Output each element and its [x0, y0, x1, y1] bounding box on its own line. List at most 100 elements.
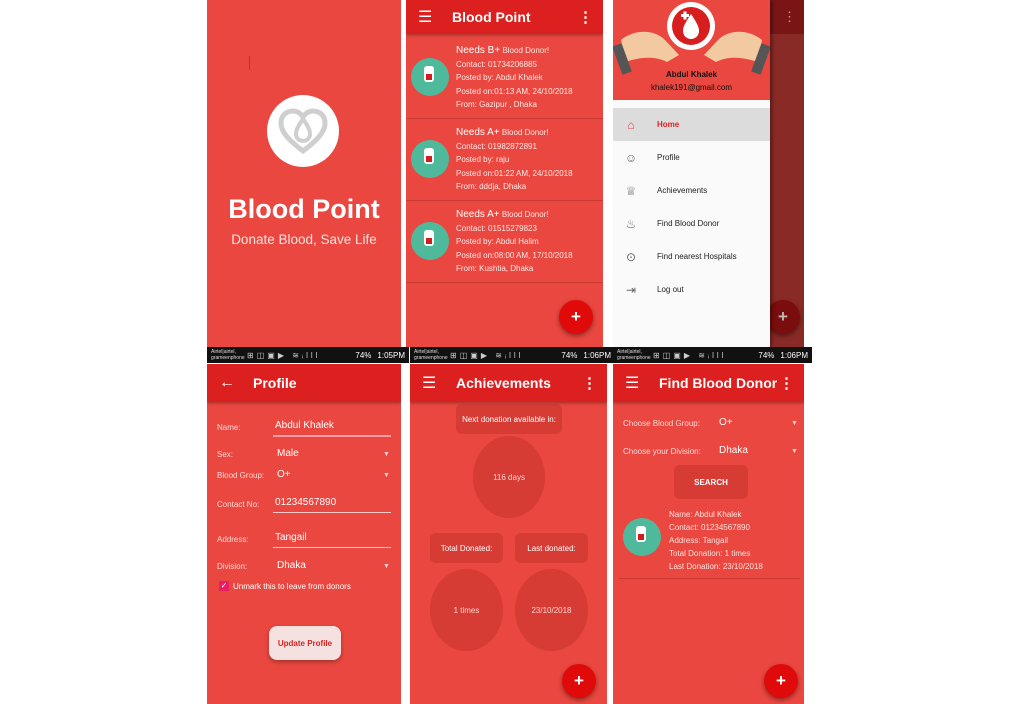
profile-icon: ☺	[624, 150, 638, 165]
battery-level: 74%	[561, 350, 578, 360]
sex-label: Sex:	[217, 450, 234, 459]
find-donor-toolbar: ☰ Find Blood Donor ⋮	[613, 364, 804, 402]
chevron-down-icon[interactable]: ▼	[383, 563, 390, 570]
add-post-button[interactable]: +	[764, 664, 798, 698]
post-posted-on: Posted on:08:00 AM, 17/10/2018	[456, 250, 573, 260]
donor-result-card[interactable]: Name: Abdul Khalek Contact: 01234567890 …	[619, 506, 800, 579]
post-needs: Needs A+	[456, 209, 500, 220]
post-needs: Needs A+	[456, 127, 500, 138]
app-tagline: Donate Blood, Save Life	[231, 232, 377, 247]
address-field[interactable]: Tangail	[275, 532, 307, 543]
drawer-item-home[interactable]: ⌂ Home	[613, 108, 770, 141]
achievements-toolbar: ☰ Achievements ⋮	[410, 364, 607, 402]
clock: 1:06PM	[583, 350, 611, 360]
chevron-down-icon[interactable]: ▼	[383, 451, 390, 458]
app-title: Blood Point	[228, 194, 380, 224]
app-logo	[267, 95, 339, 167]
post-needs: Needs B+	[456, 45, 501, 56]
add-post-button[interactable]: +	[559, 300, 593, 334]
donor-name: Name: Abdul Khalek	[669, 510, 742, 519]
address-underline	[273, 547, 391, 548]
drawer-user-email: khalek191@gmail.com	[650, 83, 733, 92]
post-details: Needs A+ Blood Donor! Contact: 019828728…	[456, 126, 573, 194]
post-posted-by: Posted by: Abdul Khalek	[456, 73, 543, 82]
chevron-down-icon[interactable]: ▼	[383, 472, 390, 479]
sex-select[interactable]: Male	[277, 448, 299, 459]
total-donated-value: 1 times	[430, 569, 503, 651]
contact-label: Contact No:	[217, 500, 260, 509]
overflow-menu-icon: ⋮	[783, 9, 796, 24]
division-select[interactable]: Dhaka	[277, 560, 306, 571]
next-donation-label: Next donation available in:	[456, 404, 562, 434]
status-bar: Airtel|airtel, grameenphone ⊞◫▣▶ ≋ᵢlll 7…	[207, 347, 409, 363]
post-posted-on: Posted on:01:13 AM, 24/10/2018	[456, 86, 573, 96]
donor-checkbox[interactable]: ✓	[219, 581, 229, 591]
post-card[interactable]: Needs B+ Blood Donor! Contact: 017342068…	[406, 36, 603, 119]
achievements-screen: ☰ Achievements ⋮ Next donation available…	[410, 364, 607, 704]
blood-bag-icon	[411, 222, 449, 260]
blood-group-select[interactable]: O+	[277, 469, 291, 480]
blood-bag-icon	[623, 518, 661, 556]
name-underline	[273, 435, 391, 437]
next-donation-value: 116 days	[473, 436, 545, 518]
profile-toolbar: ← Profile	[207, 364, 401, 402]
contact-field[interactable]: 01234567890	[275, 497, 336, 508]
drawer-item-profile[interactable]: ☺ Profile	[613, 141, 770, 174]
contact-underline	[273, 512, 391, 513]
drawer-header: Abdul Khalek khalek191@gmail.com	[613, 0, 770, 100]
address-label: Address:	[217, 535, 249, 544]
blood-group-label: Blood Group:	[217, 471, 265, 480]
post-suffix: Blood Donor!	[502, 46, 550, 55]
drawer-user-name: Abdul Khalek	[665, 70, 718, 79]
drawer-item-logout[interactable]: ⇥ Log out	[613, 273, 770, 306]
feed-screen: ☰ Blood Point ⋮ Needs B+ Blood Donor! Co…	[406, 0, 603, 347]
name-field[interactable]: Abdul Khalek	[275, 420, 334, 431]
logout-icon: ⇥	[625, 282, 637, 297]
overflow-menu-icon[interactable]: ⋮	[578, 8, 593, 26]
drawer-item-hospitals[interactable]: ⊙ Find nearest Hospitals	[613, 240, 770, 273]
hamburger-menu-icon[interactable]: ☰	[625, 373, 639, 393]
post-posted-on: Posted on:01:22 AM, 24/10/2018	[456, 168, 573, 178]
blood-bag-icon	[411, 58, 449, 96]
profile-title: Profile	[253, 375, 297, 391]
add-post-button[interactable]: +	[562, 664, 596, 698]
division-select[interactable]: Dhaka	[719, 445, 748, 456]
hamburger-menu-icon[interactable]: ☰	[422, 373, 436, 393]
last-donated-value: 23/10/2018	[515, 569, 588, 651]
chevron-down-icon[interactable]: ▼	[791, 420, 798, 427]
post-card[interactable]: Needs A+ Blood Donor! Contact: 019828728…	[406, 118, 603, 201]
navigation-drawer: Abdul Khalek khalek191@gmail.com ⌂ Home …	[613, 0, 770, 347]
text-cursor	[249, 56, 250, 70]
overflow-menu-icon[interactable]: ⋮	[779, 374, 794, 392]
hamburger-menu-icon[interactable]: ☰	[418, 7, 432, 27]
choose-group-label: Choose Blood Group:	[623, 419, 700, 428]
drawer-item-label: Achievements	[657, 186, 708, 195]
post-details: Needs A+ Blood Donor! Contact: 015152798…	[456, 208, 573, 276]
feed-toolbar: ☰ Blood Point ⋮	[406, 0, 603, 34]
last-donated-label: Last donated:	[515, 533, 588, 563]
search-button[interactable]: SEARCH	[674, 465, 748, 499]
overflow-menu-icon[interactable]: ⋮	[582, 374, 597, 392]
status-icons: ⊞◫▣▶ ≋ᵢlll	[653, 350, 727, 360]
carrier-label: Airtel|airtel, grameenphone	[211, 349, 245, 361]
status-bar: Airtel|airtel, grameenphone ⊞◫▣▶ ≋ᵢlll 7…	[613, 347, 812, 363]
feed-title: Blood Point	[452, 9, 531, 25]
post-card[interactable]: Needs A+ Blood Donor! Contact: 015152798…	[406, 200, 603, 283]
back-arrow-icon[interactable]: ←	[219, 374, 235, 392]
battery-level: 74%	[758, 350, 775, 360]
battery-level: 74%	[355, 350, 372, 360]
donor-contact: Contact: 01234567890	[669, 523, 750, 532]
drawer-item-find-donor[interactable]: ♨ Find Blood Donor	[613, 207, 770, 240]
post-from: From: Kushtia, Dhaka	[456, 264, 534, 273]
blood-group-select[interactable]: O+	[719, 417, 733, 428]
division-label: Division:	[217, 562, 248, 571]
update-profile-button[interactable]: Update Profile	[269, 626, 341, 660]
post-contact: Contact: 01515279823	[456, 223, 537, 233]
drawer-item-label: Home	[657, 120, 680, 129]
chevron-down-icon[interactable]: ▼	[791, 448, 798, 455]
drawer-item-label: Profile	[657, 153, 680, 162]
drawer-item-achievements[interactable]: ♕ Achievements	[613, 174, 770, 207]
post-contact: Contact: 01982872891	[456, 141, 537, 151]
status-icons: ⊞◫▣▶ ≋ᵢlll	[450, 350, 524, 360]
post-suffix: Blood Donor!	[501, 128, 549, 137]
